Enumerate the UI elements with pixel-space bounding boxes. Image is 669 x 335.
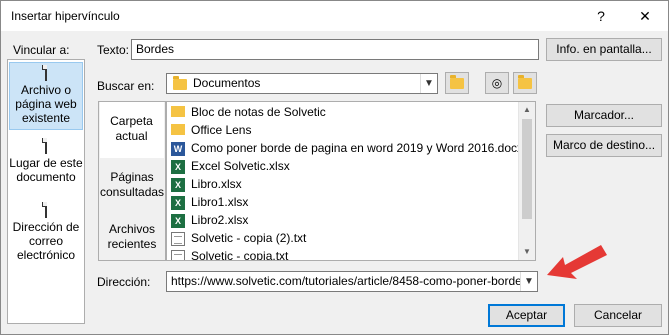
- file-name: Libro2.xlsx: [191, 213, 249, 227]
- text-to-display-input[interactable]: Bordes: [131, 39, 539, 60]
- scroll-thumb[interactable]: [522, 119, 532, 219]
- list-item[interactable]: X Excel Solvetic.xlsx: [171, 157, 290, 175]
- file-list[interactable]: Bloc de notas de Solvetic Office Lens WC…: [166, 101, 536, 261]
- folder-icon: [173, 76, 187, 90]
- look-in-label: Buscar en:: [97, 79, 155, 93]
- up-folder-button[interactable]: [445, 72, 469, 94]
- chevron-down-icon[interactable]: ▼: [520, 272, 537, 291]
- file-name: Libro1.xlsx: [191, 195, 249, 209]
- dialog-title: Insertar hipervínculo: [11, 9, 120, 23]
- open-folder-icon: [518, 75, 532, 90]
- file-name: Office Lens: [191, 123, 252, 137]
- insert-hyperlink-dialog: Insertar hipervínculo ? ✕ Vincular a: Ar…: [0, 0, 669, 335]
- link-to-email[interactable]: Dirección de correo electrónico: [9, 200, 83, 262]
- look-in-value: Documentos: [193, 76, 261, 90]
- file-name: Solvetic - copia.txt: [191, 249, 289, 261]
- list-item[interactable]: X Libro.xlsx: [171, 175, 242, 193]
- excel-file-icon: X: [171, 177, 185, 192]
- link-to-label: Vincular a:: [13, 43, 70, 57]
- email-icon: [39, 202, 53, 219]
- folder-icon: [171, 124, 185, 136]
- address-label: Dirección:: [97, 275, 151, 289]
- scroll-down-icon[interactable]: ▼: [519, 244, 535, 260]
- list-item[interactable]: W Como poner borde de pagina en word 2019…: [171, 139, 523, 157]
- up-folder-icon: [450, 75, 464, 90]
- link-to-existing-file-label: Archivo o página web existente: [15, 83, 77, 125]
- look-in-tabs: Carpeta actual Páginas consultadas Archi…: [98, 101, 166, 261]
- browse-file-button[interactable]: [513, 72, 537, 94]
- list-item[interactable]: Bloc de notas de Solvetic: [171, 103, 326, 121]
- folder-icon: [171, 106, 185, 118]
- browse-web-button[interactable]: ◎: [485, 72, 509, 94]
- text-file-icon: [171, 249, 185, 260]
- excel-file-icon: X: [171, 159, 185, 174]
- tab-browsed-pages[interactable]: Páginas consultadas: [100, 160, 164, 210]
- text-file-icon: [171, 231, 185, 246]
- file-name: Bloc de notas de Solvetic: [191, 105, 326, 119]
- look-in-combo[interactable]: Documentos ▼: [166, 73, 438, 94]
- bookmark-button[interactable]: Marcador...: [546, 104, 662, 127]
- file-list-scrollbar[interactable]: ▲ ▼: [518, 102, 535, 260]
- excel-file-icon: X: [171, 213, 185, 228]
- list-item[interactable]: Solvetic - copia (2).txt: [171, 229, 306, 247]
- close-button[interactable]: ✕: [631, 5, 659, 27]
- screen-tip-button[interactable]: Info. en pantalla...: [546, 38, 662, 61]
- link-to-place-label: Lugar de este documento: [9, 156, 83, 184]
- cancel-button[interactable]: Cancelar: [574, 304, 662, 327]
- address-value: https://www.solvetic.com/tutoriales/arti…: [171, 274, 522, 288]
- tab-recent-files[interactable]: Archivos recientes: [100, 212, 164, 260]
- link-to-place-in-document[interactable]: Lugar de este documento: [9, 136, 83, 196]
- file-name: Solvetic - copia (2).txt: [191, 231, 307, 245]
- title-bar: Insertar hipervínculo ? ✕: [1, 1, 668, 31]
- target-frame-button[interactable]: Marco de destino...: [546, 134, 662, 157]
- help-button[interactable]: ?: [587, 5, 615, 27]
- list-item[interactable]: X Libro2.xlsx: [171, 211, 248, 229]
- list-item[interactable]: Solvetic - copia.txt: [171, 247, 289, 261]
- address-combo[interactable]: https://www.solvetic.com/tutoriales/arti…: [166, 271, 538, 292]
- word-file-icon: W: [171, 141, 185, 156]
- tab-current-folder[interactable]: Carpeta actual: [100, 102, 164, 158]
- file-name: Libro.xlsx: [191, 177, 242, 191]
- link-to-existing-file[interactable]: Archivo o página web existente: [9, 62, 83, 130]
- file-name: Como poner borde de pagina en word 2019 …: [191, 141, 523, 155]
- ok-button[interactable]: Aceptar: [488, 304, 565, 327]
- globe-search-icon: ◎: [491, 76, 503, 90]
- chevron-down-icon[interactable]: ▼: [420, 74, 437, 93]
- link-to-panel: Archivo o página web existente Lugar de …: [7, 59, 85, 324]
- excel-file-icon: X: [171, 195, 185, 210]
- file-name: Excel Solvetic.xlsx: [191, 159, 290, 173]
- red-arrow-icon: [547, 245, 607, 279]
- link-to-email-label: Dirección de correo electrónico: [12, 220, 80, 262]
- scroll-up-icon[interactable]: ▲: [519, 102, 535, 118]
- document-place-icon: [39, 138, 53, 155]
- list-item[interactable]: Office Lens: [171, 121, 251, 139]
- text-to-display-label: Texto:: [97, 43, 130, 57]
- web-page-icon: [39, 65, 53, 82]
- list-item[interactable]: X Libro1.xlsx: [171, 193, 248, 211]
